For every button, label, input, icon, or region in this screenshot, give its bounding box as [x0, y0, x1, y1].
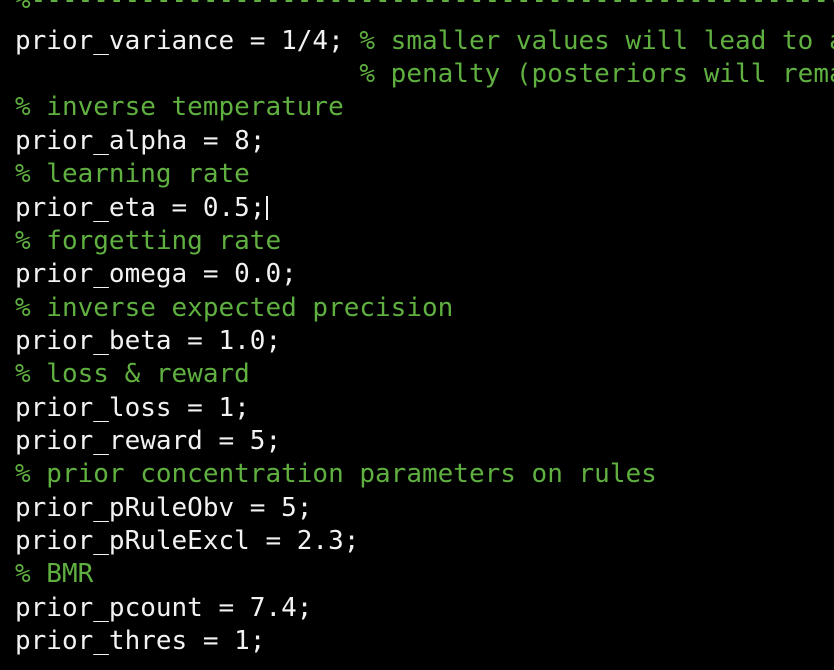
code-line-prior-thres[interactable]: prior_thres = 1; [15, 625, 265, 658]
code-line-prior-loss[interactable]: prior_loss = 1; [15, 392, 250, 425]
code-text: prior_thres = 1; [15, 626, 266, 656]
code-line-prior-reward[interactable]: prior_reward = 5; [15, 425, 281, 458]
code-text: prior_reward = 5; [15, 426, 282, 456]
code-line-comment-forgetting-rate[interactable]: % forgetting rate [15, 225, 281, 258]
code-text: prior_pRuleExcl = 2.3; [15, 526, 360, 556]
code-line-comment-learning-rate[interactable]: % learning rate [15, 158, 250, 191]
code-line-prior-eta[interactable]: prior_eta = 0.5; [15, 192, 269, 225]
code-line-comment-inverse-temperature[interactable]: % inverse temperature [15, 91, 344, 124]
comment-text: %---------------------------------------… [15, 0, 834, 15]
code-line-prior-alpha[interactable]: prior_alpha = 8; [15, 125, 265, 158]
comment-text: % inverse temperature [15, 92, 344, 122]
code-text: prior_loss = 1; [15, 393, 250, 423]
code-text: prior_alpha = 8; [15, 126, 266, 156]
code-line-comment-loss-reward[interactable]: % loss & reward [15, 358, 250, 391]
code-line-prior-prule-excl[interactable]: prior_pRuleExcl = 2.3; [15, 525, 359, 558]
code-text: prior_omega = 0.0; [15, 259, 297, 289]
text-cursor [266, 196, 269, 220]
code-line-comment-inverse-expected-precision[interactable]: % inverse expected precision [15, 292, 453, 325]
comment-text: % inverse expected precision [15, 293, 454, 323]
code-line-prior-beta[interactable]: prior_beta = 1.0; [15, 325, 281, 358]
comment-text: % penalty (posteriors will rema [359, 59, 834, 89]
comment-text: % smaller values will lead to a [359, 26, 834, 56]
code-line-separator-comment[interactable]: %---------------------------------------… [15, 0, 834, 17]
comment-text: % loss & reward [15, 359, 250, 389]
code-line-prior-omega[interactable]: prior_omega = 0.0; [15, 258, 297, 291]
comment-text: % forgetting rate [15, 226, 282, 256]
code-editor[interactable]: %---------------------------------------… [0, 0, 834, 670]
comment-text: % BMR [15, 559, 94, 589]
code-line-comment-continuation[interactable]: % penalty (posteriors will rema [15, 58, 834, 91]
code-line-comment-bmr[interactable]: % BMR [15, 558, 93, 591]
code-line-prior-pcount[interactable]: prior_pcount = 7.4; [15, 592, 312, 625]
code-line-prior-variance[interactable]: prior_variance = 1/4; % smaller values w… [15, 25, 834, 58]
code-line-prior-prule-obv[interactable]: prior_pRuleObv = 5; [15, 492, 312, 525]
code-text: prior_beta = 1.0; [15, 326, 282, 356]
code-text: prior_variance = 1/4; [15, 26, 360, 56]
code-line-comment-prior-concentration[interactable]: % prior concentration parameters on rule… [15, 458, 657, 491]
code-text: prior_pcount = 7.4; [15, 593, 313, 623]
comment-text: % prior concentration parameters on rule… [15, 459, 657, 489]
comment-text: % learning rate [15, 159, 250, 189]
code-text: prior_eta = 0.5; [15, 193, 266, 223]
code-text: prior_pRuleObv = 5; [15, 493, 313, 523]
